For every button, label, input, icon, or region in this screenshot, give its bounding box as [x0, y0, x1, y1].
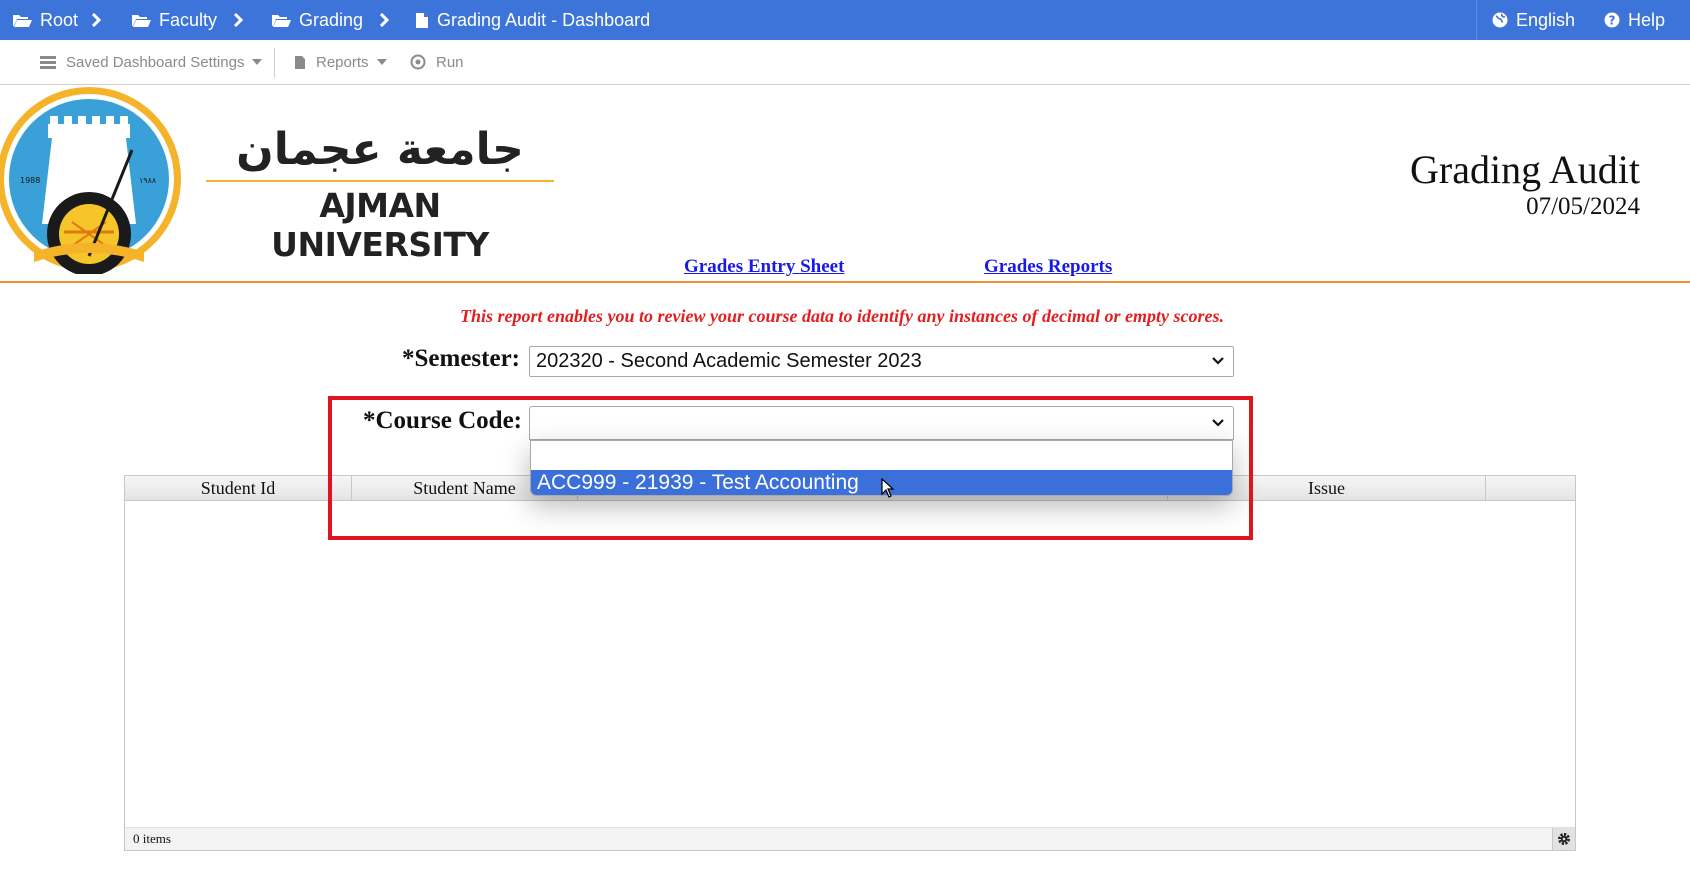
university-wordmark: جامعة عجمان AJMAN UNIVERSITY: [206, 126, 554, 264]
reports-button[interactable]: Reports: [294, 40, 387, 84]
list-icon: [40, 55, 56, 69]
seal-year-left: 1988: [20, 176, 40, 185]
reports-label: Reports: [316, 53, 369, 71]
breadcrumb-root[interactable]: Root: [12, 0, 78, 40]
play-circle-icon: [410, 54, 426, 70]
folder-open-icon: [132, 15, 151, 27]
file-icon: [416, 12, 428, 28]
saved-dashboard-settings-button[interactable]: Saved Dashboard Settings: [40, 40, 263, 84]
items-count: 0 items: [133, 831, 171, 846]
svg-text:?: ?: [1609, 14, 1616, 28]
breadcrumb: Root Faculty Grading Grading Audit - Das…: [0, 0, 1690, 40]
breadcrumb-grading[interactable]: Grading: [271, 0, 363, 40]
question-circle-icon: ?: [1604, 12, 1620, 28]
gear-icon: [1558, 833, 1570, 845]
semester-label: *Semester:: [402, 345, 520, 372]
breadcrumb-current[interactable]: Grading Audit - Dashboard: [415, 0, 650, 40]
grid-footer: 0 items: [125, 827, 1575, 850]
column-header-student-id[interactable]: Student Id: [125, 476, 352, 500]
university-seal-logo: 1988 ١٩٨٨: [0, 87, 181, 274]
notice-text: This report enables you to review your c…: [460, 306, 1224, 326]
folder-open-icon: [272, 15, 291, 27]
run-label: Run: [436, 53, 464, 71]
chevron-down-icon: [1212, 419, 1224, 427]
chevron-right-icon: [91, 0, 101, 40]
globe-icon: [1492, 12, 1508, 28]
course-code-label: *Course Code:: [362, 407, 522, 434]
topbar-divider: [1476, 0, 1477, 40]
chevron-right-icon: [233, 0, 243, 40]
semester-value: 202320 - Second Academic Semester 2023: [536, 350, 922, 372]
folder-open-icon: [13, 15, 32, 27]
university-english-name: AJMAN UNIVERSITY: [271, 186, 489, 264]
chevron-right-icon: [379, 0, 389, 40]
grid-settings-button[interactable]: [1552, 828, 1575, 850]
report-notice: This report enables you to review your c…: [0, 306, 1690, 327]
toolbar-divider: [274, 48, 275, 78]
results-grid: Student Id Student Name Issue 0 items: [124, 475, 1576, 851]
caret-down-icon: [376, 59, 387, 65]
report-title: Grading Audit: [1410, 147, 1640, 192]
university-arabic-name: جامعة عجمان: [236, 124, 524, 175]
seal-year-right: ١٩٨٨: [139, 176, 157, 185]
column-header-filler: [1486, 476, 1575, 500]
breadcrumb-label: Faculty: [159, 9, 218, 30]
breadcrumb-label: Grading Audit - Dashboard: [437, 9, 651, 30]
grades-entry-sheet-link[interactable]: Grades Entry Sheet: [684, 256, 844, 278]
grades-reports-link[interactable]: Grades Reports: [984, 256, 1112, 278]
logo-divider: [206, 180, 554, 182]
saved-settings-label: Saved Dashboard Settings: [66, 53, 245, 71]
help-label: Help: [1628, 9, 1666, 30]
course-code-select[interactable]: [529, 406, 1234, 440]
breadcrumb-faculty[interactable]: Faculty: [131, 0, 217, 40]
breadcrumb-label: Root: [40, 9, 79, 30]
caret-down-icon: [252, 59, 263, 65]
language-label: English: [1516, 9, 1576, 30]
chevron-down-icon: [1212, 357, 1224, 365]
help-button[interactable]: ? Help: [1604, 0, 1665, 40]
file-icon: [295, 55, 305, 69]
semester-select[interactable]: 202320 - Second Academic Semester 2023: [529, 346, 1234, 377]
course-option-empty[interactable]: [531, 441, 1232, 467]
report-date: 07/05/2024: [1526, 193, 1640, 220]
dashboard-toolbar: Saved Dashboard Settings Reports Run: [0, 40, 1690, 85]
run-button[interactable]: Run: [410, 40, 464, 84]
breadcrumb-label: Grading: [299, 9, 364, 30]
header-divider: [0, 281, 1690, 283]
language-button[interactable]: English: [1492, 0, 1575, 40]
mouse-pointer-icon: [881, 478, 895, 498]
